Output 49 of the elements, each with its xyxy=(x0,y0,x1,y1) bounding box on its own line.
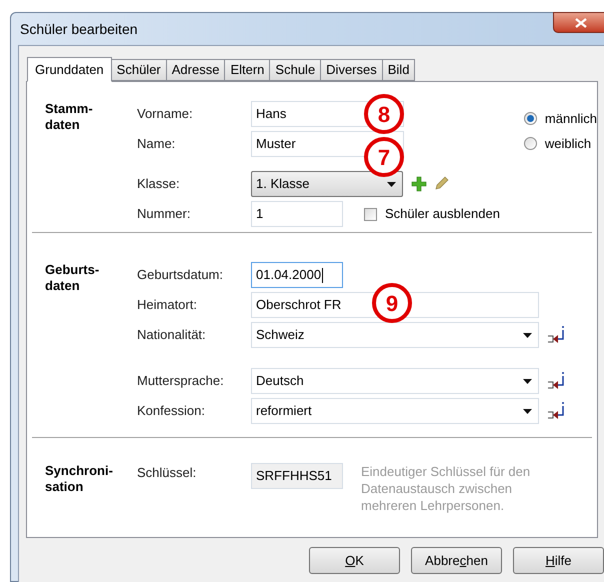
dialog-button[interactable]: OK xyxy=(309,547,400,574)
radio-button[interactable] xyxy=(524,112,537,126)
section-title: Geburts- daten xyxy=(44,262,100,295)
tab[interactable]: Schule xyxy=(269,59,322,81)
hint-text: Eindeutiger Schlüssel für den Datenaustausch zwischen mehreren Lehrpersonen. xyxy=(361,463,532,514)
dialog-button[interactable]: Hilfe xyxy=(513,547,604,574)
close-icon xyxy=(574,18,586,28)
dropdown-field[interactable]: Schweiz xyxy=(251,322,539,348)
tab[interactable]: Grunddaten xyxy=(27,57,112,82)
radio-label: männlich xyxy=(544,110,597,128)
field-label: Geburtsdatum: xyxy=(137,266,224,284)
close-button[interactable] xyxy=(553,12,604,33)
add-icon[interactable] xyxy=(411,176,427,192)
checkbox-label: Schüler ausblenden xyxy=(385,205,500,224)
window-title: Schüler bearbeiten xyxy=(19,20,138,38)
checkbox[interactable] xyxy=(364,208,377,220)
dropdown-caret-icon xyxy=(523,332,532,338)
field-label: Name: xyxy=(137,135,176,154)
field-label: Schlüssel: xyxy=(137,464,198,482)
section-title: Synchroni- sation xyxy=(44,463,114,496)
dropdown-field[interactable]: reformiert xyxy=(251,398,539,424)
tab[interactable]: Schüler xyxy=(110,59,167,81)
tab[interactable]: Adresse xyxy=(166,59,226,81)
insert-arrow-icon[interactable] xyxy=(547,325,567,345)
radio-label: weiblich xyxy=(544,134,592,152)
dropdown-caret-icon xyxy=(523,408,532,414)
class-dropdown[interactable]: 1. Klasse xyxy=(251,171,403,197)
section-title: Stamm- daten xyxy=(44,101,94,134)
field-label: Vorname: xyxy=(137,105,194,124)
field-label: Heimatort: xyxy=(137,296,198,314)
dropdown-field[interactable]: Deutsch xyxy=(251,368,539,394)
dialog-button[interactable]: Abbrechen xyxy=(411,547,502,574)
field-label: Nummer: xyxy=(137,205,192,224)
radio-button[interactable] xyxy=(524,136,537,150)
text-field[interactable]: 1 xyxy=(251,201,343,227)
dropdown-caret-icon xyxy=(523,378,532,384)
tab[interactable]: Diverses xyxy=(320,59,383,81)
field-label: Nationalität: xyxy=(137,326,207,344)
field-label: Klasse: xyxy=(137,175,181,194)
text-field[interactable]: SRFFHHS51 xyxy=(251,463,343,489)
insert-arrow-icon[interactable] xyxy=(547,371,567,391)
dropdown-caret-icon xyxy=(387,182,396,186)
field-label: Konfession: xyxy=(137,402,206,420)
pencil-icon[interactable] xyxy=(433,176,449,192)
tab[interactable]: Eltern xyxy=(224,59,270,81)
field-label: Muttersprache: xyxy=(137,372,225,390)
tab[interactable]: Bild xyxy=(382,59,416,81)
insert-arrow-icon[interactable] xyxy=(547,401,567,421)
text-field[interactable]: 01.04.2000 xyxy=(251,262,343,288)
